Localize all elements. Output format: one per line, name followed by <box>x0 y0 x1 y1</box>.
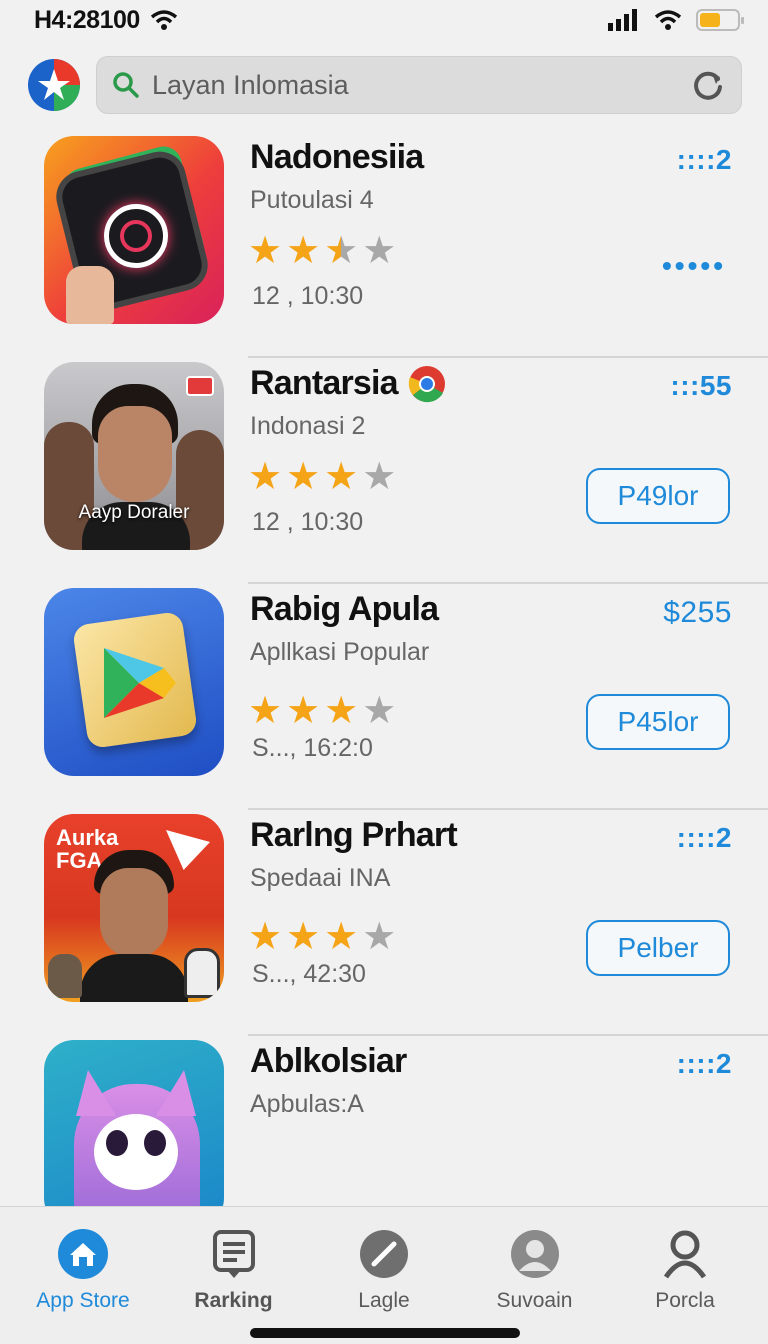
get-button[interactable]: P45lor <box>586 694 730 750</box>
poster-app-icon: Aurka FGA <box>44 814 224 1002</box>
star-icon: ★ <box>324 456 359 498</box>
app-meta: 12 , 10:30 <box>252 282 364 310</box>
profile-icon <box>506 1225 564 1283</box>
search-row: Layan Inlomasia <box>26 52 742 118</box>
tab-label: Porcla <box>655 1289 715 1312</box>
tab-suvoain[interactable]: Suvoain <box>460 1225 610 1344</box>
app-list: Nadonesiia Putoulasi 4 ★ ★ ★ ★ 12 , 10:3… <box>0 132 768 1262</box>
app-subtitle: Putoulasi 4 <box>250 186 374 214</box>
tab-label: Suvoain <box>496 1289 573 1312</box>
star-rating: ★ ★ ★ ★ <box>248 692 396 730</box>
chrome-icon <box>408 365 445 402</box>
person-icon <box>656 1225 714 1283</box>
cat-app-icon <box>44 1040 224 1228</box>
tab-ranking[interactable]: Rarking <box>159 1225 309 1344</box>
status-bar: H4:28100 <box>0 0 768 40</box>
app-name: Nadonesiia <box>250 138 424 176</box>
wifi-icon <box>150 10 177 30</box>
icon-caption: Aayp Doraler <box>78 502 190 523</box>
star-icon: ★ <box>248 456 283 498</box>
star-rating: ★ ★ ★ ★ <box>248 918 396 956</box>
tab-porcla[interactable]: Porcla <box>610 1225 760 1344</box>
star-icon: ★ <box>362 916 397 958</box>
app-name: Rantarsia <box>250 364 446 403</box>
home-indicator <box>250 1328 520 1338</box>
search-input[interactable]: Layan Inlomasia <box>96 56 742 114</box>
more-options-button[interactable]: ••••• <box>662 250 726 282</box>
battery-icon <box>696 9 744 31</box>
star-icon: ★ <box>324 690 359 732</box>
search-placeholder: Layan Inlomasia <box>152 69 349 100</box>
tablet-app-icon <box>44 136 224 324</box>
star-icon: ★ <box>286 230 321 272</box>
star-rating: ★ ★ ★ ★ <box>248 232 396 270</box>
app-name: Ablkolsiar <box>250 1042 407 1080</box>
home-icon <box>54 1225 112 1283</box>
star-icon: ★ <box>362 230 397 272</box>
pencil-icon <box>355 1225 413 1283</box>
app-meta: 12 , 10:30 <box>252 508 364 536</box>
tab-label: App Store <box>36 1289 130 1312</box>
status-time: H4:28100 <box>34 5 140 34</box>
get-button[interactable]: P49lor <box>586 468 730 524</box>
search-icon <box>113 72 139 98</box>
app-logo-icon[interactable] <box>26 57 82 113</box>
tab-app-store[interactable]: App Store <box>8 1225 158 1344</box>
app-price: ::::2 <box>676 144 732 175</box>
play-store-icon <box>44 588 224 776</box>
list-item[interactable]: Rabig Apula Apllkasi Popular ★ ★ ★ ★ S..… <box>0 584 768 810</box>
play-triangle-icon <box>104 648 176 718</box>
star-icon: ★ <box>286 456 321 498</box>
star-icon: ★ <box>286 916 321 958</box>
portrait-app-icon: Aayp Doraler <box>44 362 224 550</box>
tab-lagle[interactable]: Lagle <box>309 1225 459 1344</box>
star-icon: ★ <box>324 916 359 958</box>
tab-label: Lagle <box>358 1289 410 1312</box>
star-icon: ★ <box>248 230 283 272</box>
refresh-icon[interactable] <box>690 67 726 103</box>
app-price: ::::2 <box>676 1048 732 1079</box>
app-name: Rabig Apula <box>250 590 439 628</box>
app-subtitle: Apllkasi Popular <box>250 638 430 666</box>
star-icon: ★ <box>286 690 321 732</box>
app-subtitle: Apbulas:A <box>250 1090 364 1118</box>
app-meta: S..., 16:2:0 <box>252 734 373 762</box>
signal-icon <box>608 9 637 31</box>
star-icon: ★ <box>362 690 397 732</box>
get-button[interactable]: Pelber <box>586 920 730 976</box>
app-price: ::::2 <box>676 822 732 853</box>
app-price: :::55 <box>670 370 732 401</box>
star-half-icon: ★ <box>324 230 359 272</box>
document-icon <box>205 1225 263 1283</box>
tab-bar: App Store Rarking Lagle Suvoain Porcla <box>0 1206 768 1344</box>
star-icon: ★ <box>248 690 283 732</box>
list-item[interactable]: Aurka FGA Rarlng Prhart Spedaai INA ★ ★ … <box>0 810 768 1036</box>
star-icon: ★ <box>362 456 397 498</box>
app-name: Rarlng Prhart <box>250 816 458 854</box>
tab-label: Rarking <box>194 1289 273 1312</box>
app-subtitle: Spedaai INA <box>250 864 391 892</box>
list-item[interactable]: Aayp Doraler Rantarsia Indonasi 2 ★ ★ ★ … <box>0 358 768 584</box>
app-subtitle: Indonasi 2 <box>250 412 366 440</box>
app-meta: S..., 42:30 <box>252 960 366 988</box>
list-item[interactable]: Nadonesiia Putoulasi 4 ★ ★ ★ ★ 12 , 10:3… <box>0 132 768 358</box>
app-price: $255 <box>663 596 732 629</box>
star-icon: ★ <box>248 916 283 958</box>
star-rating: ★ ★ ★ ★ <box>248 458 396 496</box>
wifi-icon <box>654 10 682 30</box>
